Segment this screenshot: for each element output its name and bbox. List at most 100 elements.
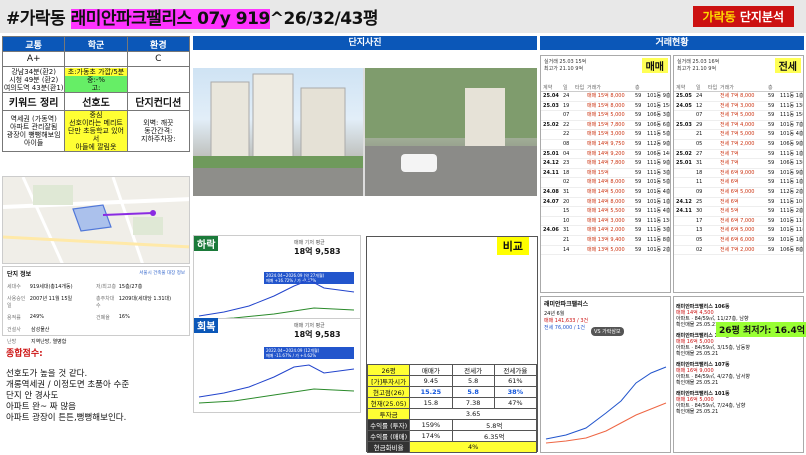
table-cell: 07 <box>563 112 570 119</box>
table-cell: 22 <box>563 131 570 138</box>
table-cell: 111동 10층 <box>780 198 803 205</box>
transport-line: 여의도역 43분(환1) <box>3 83 64 92</box>
list-item[interactable]: 래미안파크팰리스 107동 매매 16억 9,000 아파트 · 84/59㎡, 4… <box>676 362 801 386</box>
table-cell: 111동 4층 <box>647 208 671 215</box>
table-cell: 106동 13층 <box>780 160 803 167</box>
table-cell: 29 <box>696 121 703 128</box>
table-cell: 112동 9층 <box>647 140 671 147</box>
table-row[interactable]: 24.11 18 매매 15억 59 111동 3층 <box>541 169 670 179</box>
transport-detail: 강남34분(환2) 시청 49분 (환2) 여의도역 43분(환1) <box>1 66 66 93</box>
table-cell: 매매 15억 8,000 <box>587 102 625 109</box>
table-row[interactable]: 25.03 29 전세 7억 4,000 59 101동 7층 <box>674 121 803 131</box>
info-value: 919세대(총14개동) <box>29 284 73 290</box>
lease-columns: 계약 일 타입 거래가 층 <box>674 84 803 92</box>
table-cell: 101동 4층 <box>780 131 804 138</box>
road-shape <box>193 168 363 196</box>
table-row[interactable]: 09 전세 6억 5,000 59 112동 2층 <box>674 188 803 198</box>
table-row[interactable]: 17 전세 6억 7,000 59 101동 11층 <box>674 217 803 227</box>
table-row[interactable]: 15 매매 14억 5,500 59 111동 4층 <box>541 207 670 217</box>
table-row[interactable]: 25.02 27 전세 7억 59 111동 1층 <box>674 150 803 160</box>
map-park <box>133 217 163 235</box>
table-row[interactable]: 25.01 04 매매 14억 9,200 59 106동 14층 <box>541 150 670 160</box>
info-label: 저/최고층 <box>96 284 117 290</box>
table-cell <box>575 92 587 101</box>
list-item[interactable]: 래미안파크팰리스 101동 매매 16억 5,000 아파트 · 84/59㎡, 7… <box>676 391 801 415</box>
table-row[interactable]: 24.12 23 매매 14억 7,800 59 111동 9층 <box>541 159 670 169</box>
info-value: 16% <box>118 314 130 320</box>
table-cell: 59 <box>768 236 775 243</box>
location-map[interactable] <box>2 176 190 264</box>
table-row: 현고점(26) 15.25 5.8 38% <box>366 386 538 398</box>
table-row[interactable]: 07 매매 15억 5,000 59 106동 3층 <box>541 111 670 121</box>
table-cell: 전세 7억 2,000 <box>720 140 755 147</box>
info-value: 249% <box>29 314 45 320</box>
table-cell: 59 <box>635 93 642 99</box>
table-row[interactable]: 21 매매 13억 9,400 59 111동 8층 <box>541 236 670 246</box>
table-cell: 59 <box>635 131 642 138</box>
tree-canopy <box>365 68 537 138</box>
table-row[interactable]: 24.05 12 전세 7억 3,000 59 111동 13층 <box>674 102 803 112</box>
note-line: 지하주차장: <box>141 135 176 143</box>
chart-legend[interactable]: VS 가락삼보 <box>591 327 624 336</box>
table-row[interactable]: 25.04 24 매매 15억 8,000 59 101동 9층 <box>541 92 670 102</box>
condition-notes: 외벽: 깨끗 동간간격: 지하주차장: <box>126 110 191 152</box>
table-row[interactable]: 24.08 31 매매 14억 5,000 59 101동 4층 <box>541 188 670 198</box>
table-cell <box>708 130 720 139</box>
complex-photo-2[interactable] <box>365 68 537 196</box>
lease-label: 전세 <box>774 58 801 73</box>
table-cell <box>708 111 720 120</box>
table-cell: 59 <box>768 208 775 215</box>
table-cell: 59 <box>635 179 642 186</box>
table-cell: 전세 6억 9,000 <box>720 169 755 176</box>
table-cell: 21 <box>696 131 703 138</box>
table-row[interactable]: 14 매매 13억 5,000 59 101동 2층 <box>541 246 670 256</box>
table-row[interactable]: 22 매매 15억 3,000 59 111동 5층 <box>541 130 670 140</box>
table-cell: 30 <box>696 208 703 215</box>
table-row[interactable]: 21 전세 7억 5,000 59 101동 4층 <box>674 130 803 140</box>
table-cell: 106동 8층 <box>780 246 804 253</box>
info-source-link[interactable]: 서울시 건축물 대장 정보 <box>139 270 185 276</box>
table-row[interactable]: 10 매매 14억 3,000 59 111동 13층 <box>541 217 670 227</box>
note-line: 동간간격: <box>144 127 173 135</box>
table-row[interactable]: 05 전세 6억 6,000 59 101동 1층 <box>674 236 803 246</box>
table-cell: 24.11 <box>543 169 559 176</box>
table-cell: 101동 9층 <box>780 169 804 176</box>
info-label: 총주차대수 <box>96 296 115 309</box>
header-bar: #가락동 래미안파크팰리스 07y 919^26/32/43평 가락동 단지분석 <box>0 0 806 33</box>
table-row[interactable]: 25.03 19 매매 15억 8,000 59 101동 15층 <box>541 102 670 112</box>
table-row[interactable]: 08 매매 14억 9,750 59 112동 9층 <box>541 140 670 150</box>
table-row[interactable]: 05 전세 7억 2,000 59 106동 9층 <box>674 140 803 150</box>
table-row[interactable]: 13 전세 6억 5,000 59 101동 11층 <box>674 226 803 236</box>
table-row[interactable]: 24.11 30 전세 5억 59 111동 2층 <box>674 207 803 217</box>
table-row[interactable]: 24.12 25 전세 6억 59 111동 10층 <box>674 198 803 208</box>
table-cell: 101동 4층 <box>647 188 671 195</box>
table-row[interactable]: 25.02 22 매매 15억 7,800 59 106동 6층 <box>541 121 670 131</box>
row-label: [가]투자시가 <box>366 375 411 387</box>
table-cell: 25.01 <box>676 160 692 167</box>
chart-change: 매매 -11.67% / 가 +4.62% <box>266 352 316 358</box>
table-row[interactable]: 02 매매 14억 8,000 59 101동 5층 <box>541 178 670 188</box>
complex-photo-1[interactable] <box>193 68 363 196</box>
note-line: 외벽: 깨끗 <box>143 119 174 127</box>
table-row[interactable]: 24.07 20 매매 14억 8,000 59 101동 1층 <box>541 198 670 208</box>
table-row[interactable]: 25.01 31 전세 7억 59 106동 13층 <box>674 159 803 169</box>
photo-1-graphic <box>193 73 363 196</box>
table-cell: 전세 7억 <box>720 160 739 167</box>
table-cell: 59 <box>635 236 642 243</box>
condition-title: 단지컨디션 <box>126 92 191 111</box>
table-cell: 59 <box>768 217 775 224</box>
table-row[interactable]: 07 전세 7억 5,000 59 111동 15층 <box>674 111 803 121</box>
table-row[interactable]: 25.05 24 전세 7억 8,000 59 111동 1층 <box>674 92 803 102</box>
table-row[interactable]: 02 전세 7억 2,000 59 106동 8층 <box>674 246 803 256</box>
table-cell <box>543 140 563 149</box>
table-cell <box>708 198 720 207</box>
column-header: 층 <box>768 85 773 91</box>
table-row[interactable]: 11 전세 6억 59 111동 1층 <box>674 178 803 188</box>
info-label: 건폐율 <box>96 315 110 321</box>
table-cell <box>575 150 587 159</box>
table-cell: 04 <box>563 150 570 157</box>
table-row[interactable]: 24.06 31 매매 14억 2,000 59 111동 3층 <box>541 226 670 236</box>
table-cell <box>708 140 720 149</box>
note-line: 단만 초등학교 있어서 <box>68 127 124 143</box>
table-row[interactable]: 18 전세 6억 9,000 59 101동 9층 <box>674 169 803 179</box>
